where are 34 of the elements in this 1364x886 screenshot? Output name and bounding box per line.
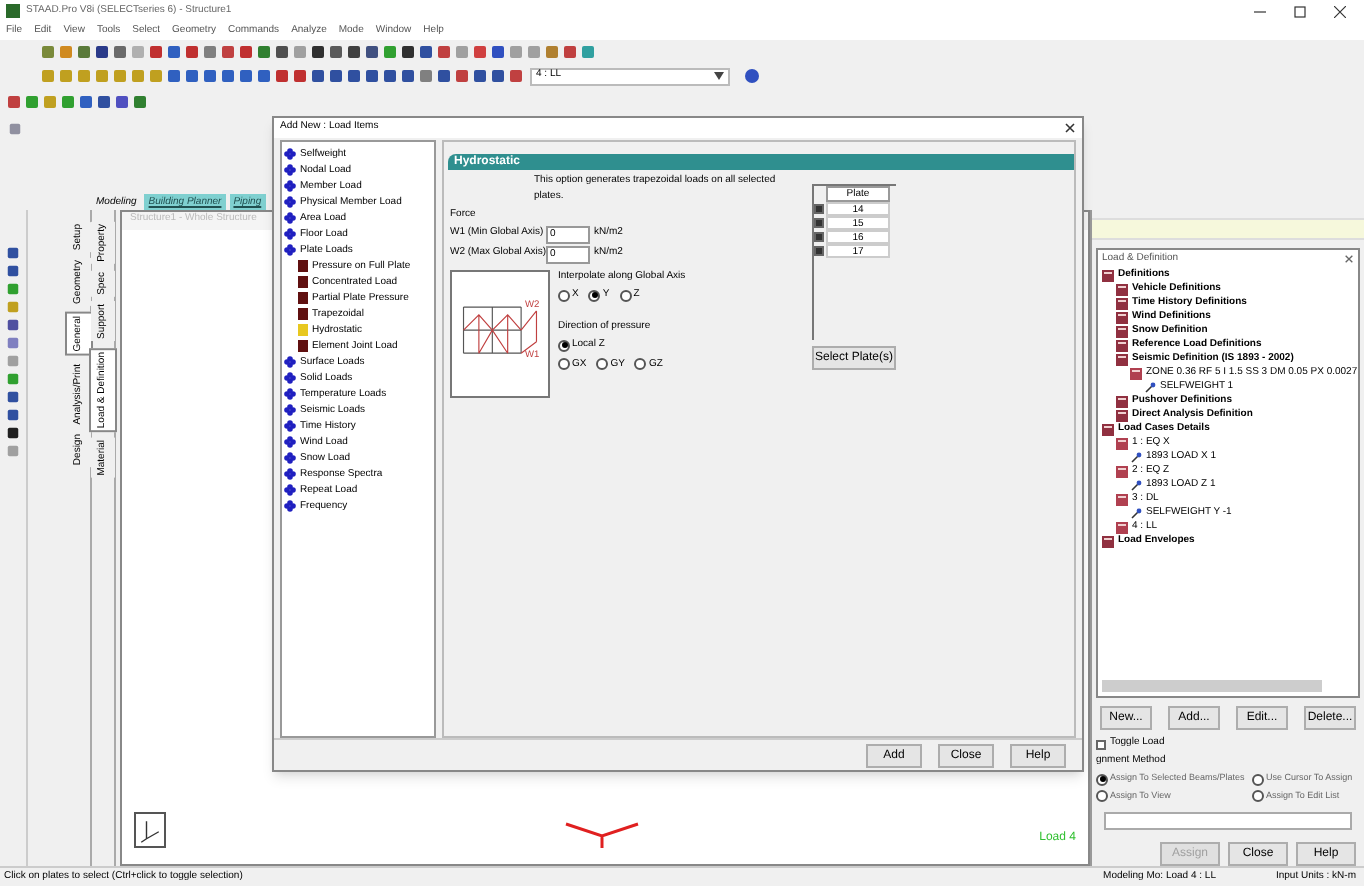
radio-button[interactable]: [596, 358, 609, 371]
axis-icon: [134, 812, 166, 848]
radio-button[interactable]: [634, 358, 647, 371]
caret-icon: [714, 72, 724, 80]
app-icon: [6, 4, 20, 18]
radio-button[interactable]: [588, 289, 601, 302]
node-icon: [1130, 451, 1142, 463]
radio-button[interactable]: [558, 289, 570, 302]
node-icon: [1144, 381, 1156, 393]
scrollbar[interactable]: [1102, 680, 1322, 693]
node-icon: [1130, 507, 1142, 519]
close-icon[interactable]: [1064, 122, 1076, 134]
structure-drawing: [562, 820, 643, 848]
radio-button[interactable]: [619, 289, 632, 302]
row-checkbox[interactable]: [814, 246, 824, 256]
row-checkbox[interactable]: [814, 204, 824, 214]
book-icon: [1116, 493, 1128, 505]
maximize-icon[interactable]: [1294, 5, 1306, 17]
node-icon: [1130, 479, 1142, 491]
book-icon: [1116, 465, 1128, 477]
text-field[interactable]: [1104, 811, 1352, 830]
help-icon[interactable]: [744, 68, 760, 84]
radio-button[interactable]: [558, 339, 570, 352]
close-icon[interactable]: [1344, 254, 1354, 264]
radio-button[interactable]: [1096, 773, 1108, 786]
radio-button[interactable]: [558, 358, 570, 371]
radio-button[interactable]: [1096, 790, 1108, 803]
radio-button[interactable]: [1252, 773, 1264, 786]
close-icon[interactable]: [1334, 5, 1346, 17]
checkbox[interactable]: [1096, 739, 1106, 750]
radio-button[interactable]: [1252, 790, 1264, 803]
row-checkbox[interactable]: [814, 218, 824, 228]
minimize-icon[interactable]: [1254, 5, 1266, 17]
row-checkbox[interactable]: [814, 232, 824, 242]
